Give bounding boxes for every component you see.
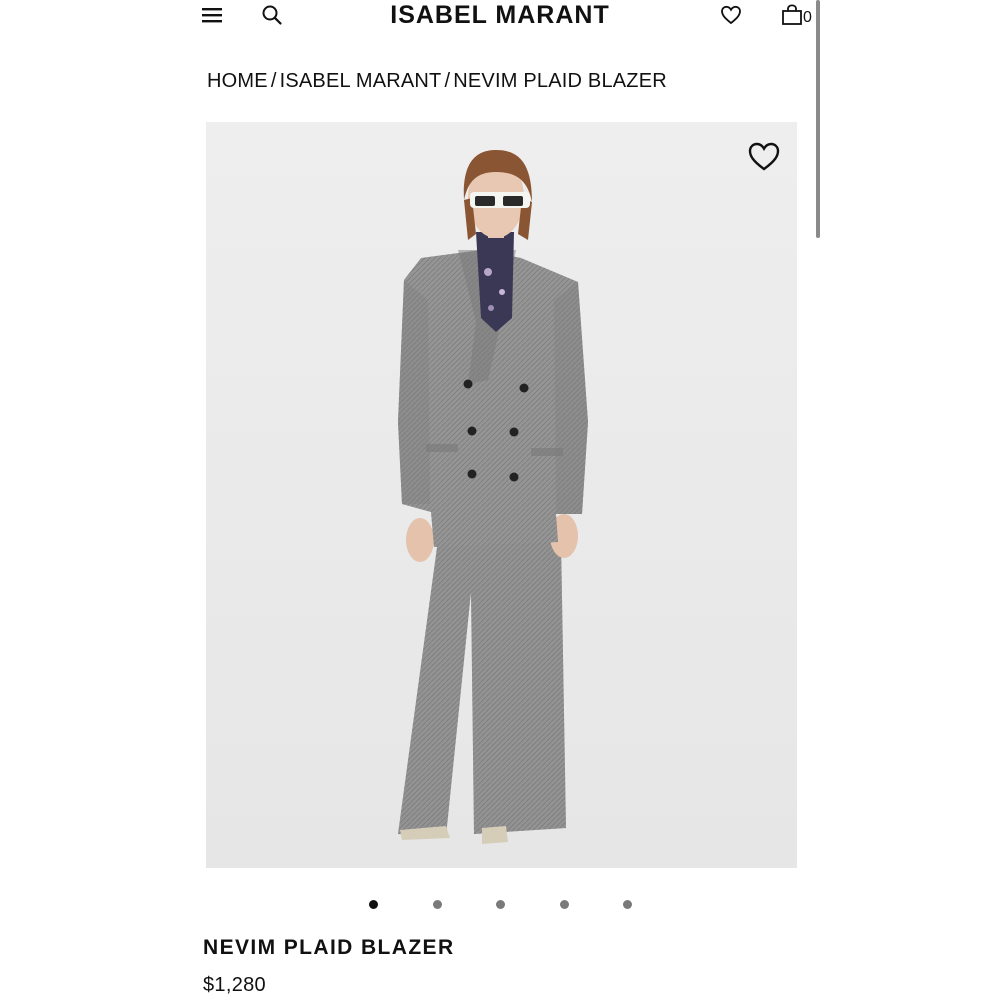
- breadcrumb-current: NEVIM PLAID BLAZER: [453, 70, 667, 92]
- site-header: ISABEL MARANT 0: [0, 0, 1000, 40]
- breadcrumb-home[interactable]: HOME: [207, 70, 268, 92]
- gallery-dot[interactable]: [496, 900, 505, 909]
- heart-icon[interactable]: [720, 4, 742, 26]
- breadcrumb-brand[interactable]: ISABEL MARANT: [280, 70, 442, 92]
- gallery-dot[interactable]: [433, 900, 442, 909]
- product-image-gallery[interactable]: [206, 122, 797, 868]
- shopping-bag-icon[interactable]: [781, 4, 803, 26]
- scrollbar[interactable]: [816, 0, 820, 238]
- favorite-heart-icon[interactable]: [747, 140, 781, 174]
- product-name: NEVIM PLAID BLAZER: [203, 936, 455, 959]
- gallery-pagination: [0, 898, 1000, 912]
- brand-logo[interactable]: ISABEL MARANT: [360, 0, 640, 30]
- breadcrumb-separator: /: [444, 70, 451, 92]
- gallery-dot[interactable]: [623, 900, 632, 909]
- bag-count: 0: [803, 9, 812, 26]
- hamburger-menu-icon[interactable]: [202, 6, 222, 24]
- product-price: $1,280: [203, 974, 266, 996]
- search-icon[interactable]: [261, 4, 283, 26]
- breadcrumb-separator: /: [270, 70, 277, 92]
- gallery-dot[interactable]: [560, 900, 569, 909]
- gallery-dot[interactable]: [369, 900, 378, 909]
- breadcrumb: HOME / ISABEL MARANT / NEVIM PLAID BLAZER: [207, 68, 667, 94]
- product-image: [206, 122, 797, 868]
